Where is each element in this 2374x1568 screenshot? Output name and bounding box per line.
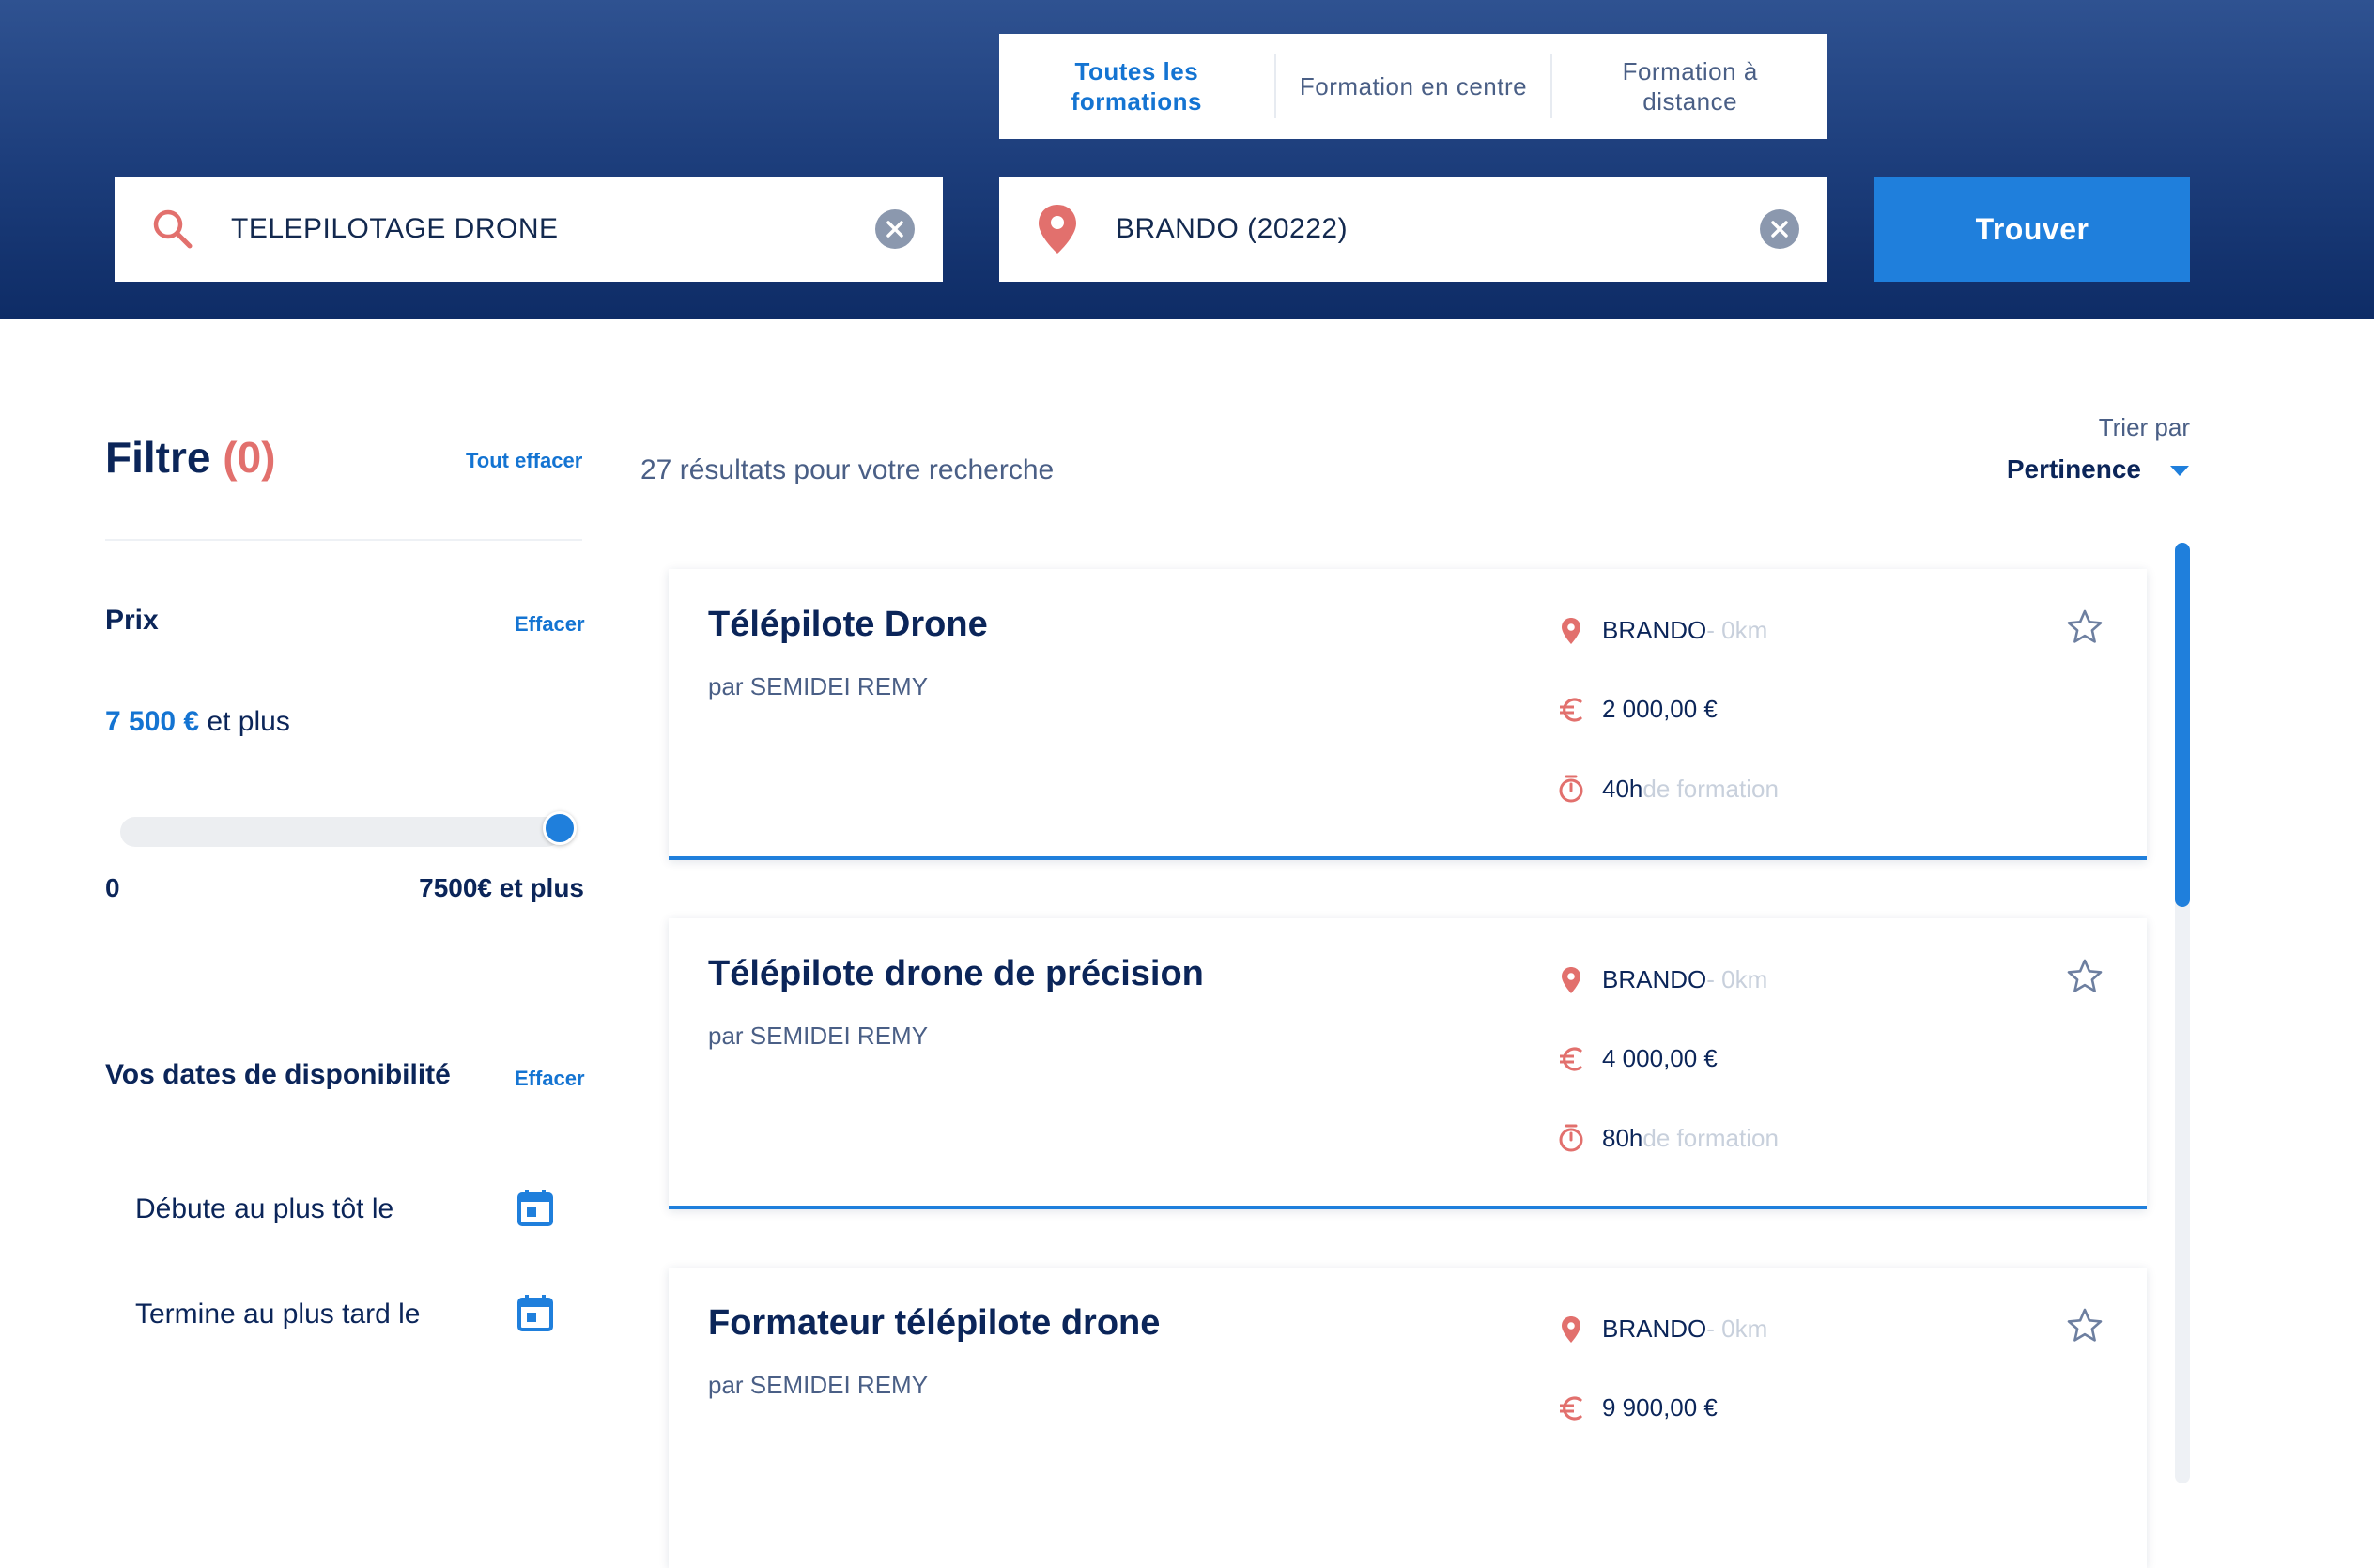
calendar-icon[interactable] bbox=[516, 1188, 554, 1232]
result-title[interactable]: Télépilote drone de précision bbox=[708, 954, 1204, 994]
price-slider-handle[interactable] bbox=[543, 811, 577, 845]
result-city: BRANDO bbox=[1602, 616, 1707, 644]
calendar-icon[interactable] bbox=[516, 1293, 554, 1337]
result-duration-suffix: de formation bbox=[1642, 1123, 1779, 1152]
start-date-picker[interactable]: Débute au plus tôt le bbox=[135, 1181, 554, 1237]
search-location-field[interactable]: BRANDO (20222) bbox=[999, 177, 1827, 282]
sort-value: Pertinence bbox=[2006, 454, 2141, 484]
clear-price-link[interactable]: Effacer bbox=[515, 612, 585, 637]
sort-label: Trier par bbox=[2098, 413, 2190, 441]
price-filter-title: Prix bbox=[105, 605, 159, 636]
location-pin-icon bbox=[1557, 1315, 1585, 1344]
result-card[interactable]: Télépilote Drone par SEMIDEI REMY BRANDO… bbox=[669, 569, 2147, 860]
results-count: 27 résultats pour votre recherche bbox=[640, 454, 1055, 485]
price-value: 7 500 € bbox=[105, 706, 200, 737]
result-organization: par SEMIDEI REMY bbox=[708, 672, 929, 700]
caret-down-icon bbox=[2169, 454, 2190, 484]
price-suffix: et plus bbox=[199, 706, 290, 737]
filter-title: Filtre (0) bbox=[105, 432, 275, 483]
formation-type-tabs: Toutes les formations Formation en centr… bbox=[999, 34, 1827, 139]
tab-remote[interactable]: Formation à distance bbox=[1552, 56, 1827, 116]
euro-icon bbox=[1557, 697, 1585, 723]
filter-title-label: Filtre bbox=[105, 433, 211, 482]
results-scrollbar-thumb[interactable] bbox=[2175, 543, 2190, 907]
price-slider-track[interactable] bbox=[120, 817, 562, 847]
result-price: 9 900,00 € bbox=[1557, 1393, 1718, 1422]
result-organization: par SEMIDEI REMY bbox=[708, 1371, 929, 1399]
location-pin-icon bbox=[1557, 617, 1585, 645]
result-duration-value: 80h bbox=[1602, 1123, 1643, 1152]
sort-dropdown[interactable]: Pertinence bbox=[2007, 454, 2190, 484]
search-location-value[interactable]: BRANDO (20222) bbox=[1116, 213, 1760, 245]
result-duration-value: 40h bbox=[1602, 774, 1643, 803]
start-date-label: Débute au plus tôt le bbox=[135, 1193, 394, 1224]
find-button[interactable]: Trouver bbox=[1874, 177, 2190, 282]
euro-icon bbox=[1557, 1395, 1585, 1422]
search-query-field[interactable]: TELEPILOTAGE DRONE bbox=[115, 177, 943, 282]
filter-count: (0) bbox=[223, 433, 276, 482]
result-duration: 80h de formation bbox=[1557, 1123, 1779, 1153]
result-distance: - 0km bbox=[1706, 965, 1768, 993]
stopwatch-icon bbox=[1557, 774, 1585, 804]
result-location: BRANDO - 0km bbox=[1557, 616, 1767, 645]
favorite-star-icon[interactable] bbox=[2066, 1307, 2104, 1349]
result-city: BRANDO bbox=[1602, 965, 1707, 993]
tab-in-center[interactable]: Formation en centre bbox=[1276, 71, 1551, 101]
result-location: BRANDO - 0km bbox=[1557, 965, 1767, 994]
result-price-value: 4 000,00 € bbox=[1602, 1044, 1718, 1072]
result-distance: - 0km bbox=[1706, 1314, 1768, 1343]
result-card[interactable]: Télépilote drone de précision par SEMIDE… bbox=[669, 918, 2147, 1209]
result-city: BRANDO bbox=[1602, 1314, 1707, 1343]
price-filter-value: 7 500 € et plus bbox=[105, 706, 290, 738]
result-price-value: 2 000,00 € bbox=[1602, 695, 1718, 723]
result-duration: 40h de formation bbox=[1557, 774, 1779, 804]
end-date-label: Termine au plus tard le bbox=[135, 1299, 421, 1330]
tab-all-formations[interactable]: Toutes les formations bbox=[999, 56, 1274, 116]
search-icon bbox=[115, 206, 231, 253]
result-price-value: 9 900,00 € bbox=[1602, 1393, 1718, 1422]
result-distance: - 0km bbox=[1706, 616, 1768, 644]
euro-icon bbox=[1557, 1046, 1585, 1072]
result-title[interactable]: Formateur télépilote drone bbox=[708, 1303, 1160, 1344]
result-location: BRANDO - 0km bbox=[1557, 1314, 1767, 1344]
result-price: 4 000,00 € bbox=[1557, 1044, 1718, 1073]
favorite-star-icon[interactable] bbox=[2066, 958, 2104, 1000]
location-pin-icon bbox=[999, 203, 1116, 255]
clear-location-icon[interactable] bbox=[1760, 209, 1799, 249]
result-duration-suffix: de formation bbox=[1642, 774, 1779, 803]
favorite-star-icon[interactable] bbox=[2066, 608, 2104, 651]
result-price: 2 000,00 € bbox=[1557, 695, 1718, 724]
clear-all-filters-link[interactable]: Tout effacer bbox=[466, 449, 582, 473]
clear-query-icon[interactable] bbox=[875, 209, 915, 249]
filter-divider bbox=[105, 539, 582, 541]
result-title[interactable]: Télépilote Drone bbox=[708, 605, 988, 645]
result-organization: par SEMIDEI REMY bbox=[708, 1022, 929, 1050]
location-pin-icon bbox=[1557, 966, 1585, 994]
stopwatch-icon bbox=[1557, 1123, 1585, 1153]
search-query-value[interactable]: TELEPILOTAGE DRONE bbox=[231, 213, 875, 245]
clear-dates-link[interactable]: Effacer bbox=[515, 1067, 585, 1091]
result-card[interactable]: Formateur télépilote drone par SEMIDEI R… bbox=[669, 1268, 2147, 1568]
dates-filter-title: Vos dates de disponibilité bbox=[105, 1059, 451, 1090]
price-slider-max-label: 7500€ et plus bbox=[419, 873, 584, 902]
price-slider-min-label: 0 bbox=[105, 873, 120, 902]
end-date-picker[interactable]: Termine au plus tard le bbox=[135, 1286, 554, 1343]
